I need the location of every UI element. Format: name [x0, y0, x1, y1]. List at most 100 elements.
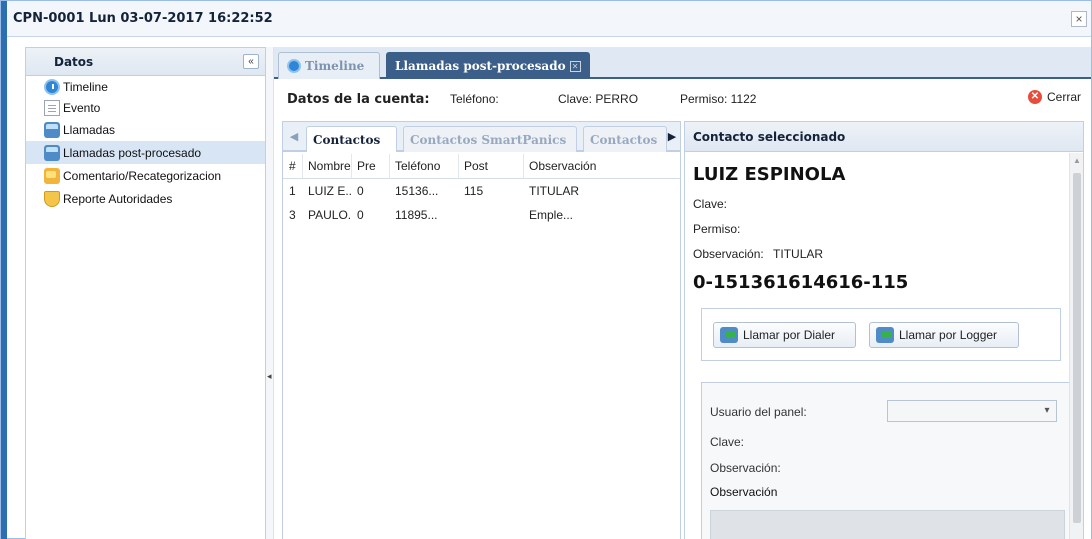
close-button[interactable]: ✕ Cerrar [1027, 90, 1081, 104]
scroll-left-icon[interactable]: ◀ [287, 129, 301, 145]
call-dialer-button[interactable]: Llamar por Dialer [713, 322, 856, 348]
call-logger-label: Llamar por Logger [899, 328, 998, 342]
sidebar-item-label: Llamadas post-procesado [63, 145, 202, 160]
table-cell [459, 203, 524, 227]
clock-icon [287, 59, 301, 73]
contact-panel-title: Contacto seleccionado [693, 129, 846, 144]
account-title: Datos de la cuenta: [287, 91, 430, 107]
contact-observacion: Observación: TITULAR [693, 247, 823, 261]
scrollbar-thumb[interactable] [1073, 173, 1081, 523]
grid-header: # Nombre Pre Teléfono Post Observación [283, 154, 680, 179]
close-circle-icon: ✕ [1027, 90, 1042, 104]
call-dialer-label: Llamar por Dialer [743, 328, 836, 342]
column-header[interactable]: Observación [524, 154, 680, 178]
tab-label: Contactos SmartPanics [410, 132, 567, 147]
table-cell: TITULAR [529, 184, 580, 198]
sidebar-panel: Datos « Timeline Evento Llamadas Llamada… [25, 47, 266, 539]
window-left-accent [1, 1, 7, 539]
sidebar-item-llamadas[interactable]: Llamadas [26, 118, 265, 141]
panel-observacion-label: Observación: [710, 461, 781, 475]
contact-panel-scrollbar[interactable]: ▲ [1069, 153, 1083, 539]
tab-label: Timeline [305, 59, 365, 73]
clock-icon [44, 78, 60, 95]
column-header[interactable]: Nombre [303, 154, 352, 178]
table-row[interactable]: 1 LUIZ E... 0 15136... 115 TITULAR [283, 179, 680, 203]
contact-permiso-label: Permiso: [693, 222, 741, 236]
observacion-textarea[interactable] [710, 510, 1065, 539]
selected-contact-panel: Contacto seleccionado LUIZ ESPINOLA Clav… [684, 121, 1084, 539]
comment-icon [44, 167, 60, 184]
panel-user-select[interactable]: ▾ [887, 400, 1057, 422]
column-header[interactable]: # [283, 154, 303, 178]
shield-icon [44, 190, 60, 207]
column-header[interactable]: Teléfono [390, 154, 459, 178]
table-cell: 1 [289, 184, 296, 198]
tab-label: Llamadas post-procesado [395, 59, 566, 73]
contact-observacion-label: Observación: [693, 247, 764, 261]
contacts-tabstrip: ◀ Contactos Contactos SmartPanics Contac… [283, 122, 680, 152]
contact-panel-body: LUIZ ESPINOLA Clave: Permiso: Observació… [685, 153, 1071, 539]
sidebar-item-evento[interactable]: Evento [26, 97, 265, 118]
sidebar-item-comentario[interactable]: Comentario/Recategorizacion [26, 164, 265, 187]
tab-contactos-smartpanics[interactable]: Contactos SmartPanics [403, 126, 577, 152]
sidebar-item-label: Timeline [63, 79, 108, 94]
table-cell: 11895... [395, 208, 438, 222]
sidebar-item-label: Comentario/Recategorizacion [63, 168, 222, 183]
contact-name: LUIZ ESPINOLA [693, 164, 846, 185]
table-cell: 0 [357, 208, 364, 222]
phone-call-icon [720, 327, 738, 343]
tab-label: Contactos [313, 132, 381, 147]
table-cell: 3 [289, 208, 296, 222]
panel-user-box: Usuario del panel: ▾ Clave: Observación:… [701, 382, 1071, 539]
close-window-button[interactable]: × [1071, 11, 1087, 27]
title-bar: CPN-0001 Lun 03-07-2017 16:22:52 × [7, 1, 1091, 37]
observacion-title: Observación [710, 485, 778, 499]
table-cell: PAULO... [308, 208, 352, 222]
close-tab-icon[interactable]: ✕ [569, 60, 581, 72]
account-telefono: Teléfono: [450, 92, 499, 106]
panel-clave-label: Clave: [710, 435, 745, 449]
call-buttons-box: Llamar por Dialer Llamar por Logger [701, 308, 1061, 361]
tab-contactos-more[interactable]: Contactos [583, 126, 667, 152]
table-cell: LUIZ E... [308, 184, 352, 198]
close-button-label: Cerrar [1046, 90, 1081, 104]
sidebar-item-reporte-autoridades[interactable]: Reporte Autoridades [26, 187, 265, 210]
document-icon [44, 99, 60, 116]
sidebar-header: Datos « [26, 48, 265, 76]
scroll-right-icon[interactable]: ▶ [665, 129, 679, 145]
tab-label: Contactos [590, 132, 658, 147]
account-permiso: Permiso: 1122 [680, 92, 757, 106]
sidebar-item-llamadas-post-procesado[interactable]: Llamadas post-procesado [26, 141, 265, 164]
sidebar-title: Datos [54, 54, 94, 69]
contact-clave-label: Clave: [693, 197, 728, 211]
tab-llamadas-post-procesado[interactable]: Llamadas post-procesado ✕ [386, 52, 590, 79]
tab-contactos[interactable]: Contactos [306, 126, 397, 152]
app-window: CPN-0001 Lun 03-07-2017 16:22:52 × Datos… [0, 0, 1092, 539]
main-tabstrip: Timeline Llamadas post-procesado ✕ [274, 47, 1091, 79]
table-cell: Emple... [529, 208, 574, 222]
chevron-down-icon[interactable]: ▾ [1038, 401, 1056, 421]
scroll-up-icon[interactable]: ▲ [1073, 156, 1081, 165]
column-header[interactable]: Pre [352, 154, 390, 178]
call-logger-button[interactable]: Llamar por Logger [869, 322, 1019, 348]
sidebar-item-label: Evento [63, 100, 101, 115]
table-cell: 115 [464, 184, 484, 198]
collapse-sidebar-button[interactable]: « [243, 54, 259, 69]
table-row[interactable]: 3 PAULO... 0 11895... Emple... [283, 203, 680, 227]
sidebar-item-label: Reporte Autoridades [63, 191, 173, 206]
account-info-bar: Datos de la cuenta: Teléfono: Clave: PER… [274, 81, 1091, 117]
table-cell: 0 [357, 184, 364, 198]
sidebar-nav: Timeline Evento Llamadas Llamadas post-p… [26, 76, 265, 210]
tab-timeline[interactable]: Timeline [278, 52, 380, 79]
phone-icon [44, 144, 60, 161]
column-header[interactable]: Post [459, 154, 524, 178]
table-cell: 15136... [395, 184, 439, 198]
splitter-grip-icon[interactable]: ◂ [267, 371, 272, 389]
sidebar-item-label: Llamadas [63, 122, 116, 137]
panel-splitter[interactable]: ◂ [266, 47, 274, 539]
phone-call-icon [876, 327, 894, 343]
panel-user-label: Usuario del panel: [710, 405, 807, 419]
account-clave: Clave: PERRO [558, 92, 639, 106]
sidebar-item-timeline[interactable]: Timeline [26, 76, 265, 97]
contact-observacion-value: TITULAR [773, 247, 824, 261]
